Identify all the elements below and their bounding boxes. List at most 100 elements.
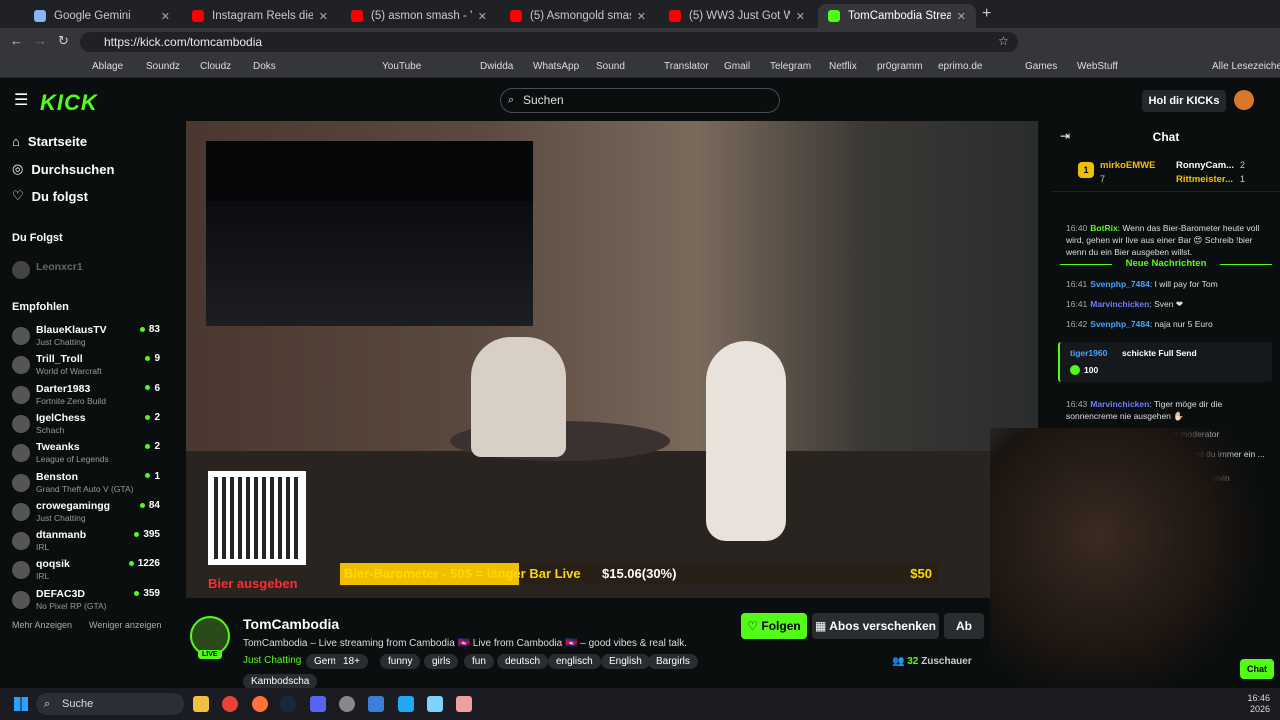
nav-browse[interactable]: ◎ Durchsuchen <box>12 161 114 177</box>
chat-message[interactable]: 16:40 BotRix: Wenn das Bier-Barometer heu… <box>1066 222 1274 258</box>
recommended-channel[interactable]: DEFAC3D No Pixel RP (GTA) 359 <box>12 588 160 617</box>
bookmark-item[interactable]: Sound <box>596 61 625 72</box>
back-icon[interactable]: ← <box>10 33 23 48</box>
close-icon[interactable]: ✕ <box>796 10 805 23</box>
tag-chip[interactable]: Bargirls <box>648 654 698 669</box>
tag-chip[interactable]: Kambodscha <box>243 674 318 689</box>
bookmark-item[interactable]: Gmail <box>724 61 750 72</box>
menu-icon[interactable]: ☰ <box>14 90 28 110</box>
bookmark-item[interactable]: eprimo.de <box>938 61 982 72</box>
message-user[interactable]: Svenphp_7484 <box>1090 319 1150 329</box>
bookmark-item[interactable]: Doks <box>253 61 276 72</box>
nav-home[interactable]: ⌂ Startseite <box>12 134 87 149</box>
tab-youtube-1[interactable]: (5) asmon smash - YouTube✕ <box>341 4 497 28</box>
close-icon[interactable]: ✕ <box>478 10 487 23</box>
avatar[interactable] <box>1234 90 1254 110</box>
recommended-channel[interactable]: Benston Grand Theft Auto V (GTA) 1 <box>12 471 160 500</box>
following-item[interactable]: Leonxcr1 <box>12 258 160 287</box>
search-input[interactable]: ⌕ Suchen <box>500 88 780 113</box>
bookmark-item[interactable]: Telegram <box>770 61 811 72</box>
recommended-channel[interactable]: Tweanks League of Legends 2 <box>12 441 160 470</box>
get-kicks-button[interactable]: Hol dir KICKs <box>1142 90 1226 112</box>
message-user[interactable]: Marvinchicken <box>1090 299 1149 309</box>
app-icon[interactable] <box>368 696 384 712</box>
close-icon[interactable]: ✕ <box>319 10 328 23</box>
beer-barometer: Bier-Barometer - 50$ = länger Bar Live $… <box>340 563 938 585</box>
bookmark-item[interactable]: WhatsApp <box>533 61 579 72</box>
tag-chip[interactable]: englisch <box>548 654 601 669</box>
show-more-link[interactable]: Mehr Anzeigen <box>12 620 72 630</box>
chrome-icon[interactable] <box>222 696 238 712</box>
file-explorer-icon[interactable] <box>193 696 209 712</box>
tag-chip[interactable]: girls <box>424 654 459 669</box>
recommended-channel[interactable]: Darter1983 Fortnite Zero Build 6 <box>12 383 160 412</box>
video-player[interactable]: Bier ausgeben Bier-Barometer - 50$ = län… <box>186 121 1038 598</box>
recommended-channel[interactable]: Trill_Troll World of Warcraft 9 <box>12 353 160 382</box>
users-icon: 👥 <box>892 656 908 667</box>
tag-chip[interactable]: deutsch <box>497 654 549 669</box>
app-icon[interactable] <box>339 696 355 712</box>
close-icon[interactable]: ✕ <box>161 10 170 23</box>
bookmark-item[interactable]: Soundz <box>146 61 180 72</box>
bookmark-item[interactable]: Ablage <box>92 61 123 72</box>
close-icon[interactable]: ✕ <box>637 10 646 23</box>
discord-icon[interactable] <box>310 696 326 712</box>
recommended-channel[interactable]: IgelChess Schach 2 <box>12 412 160 441</box>
recommended-channel[interactable]: crowegamingg Just Chatting 84 <box>12 500 160 529</box>
chat-message[interactable]: 16:41 Marvinchicken: Sven ❤ <box>1066 298 1274 310</box>
tag-chip[interactable]: English <box>601 654 650 669</box>
forward-icon[interactable]: → <box>34 33 47 48</box>
bookmarks-bar: Ablage Soundz Cloudz Doks YouTube Dwidda… <box>0 56 1280 78</box>
tab-gemini[interactable]: Google Gemini ✕ <box>24 4 180 28</box>
chat-message[interactable]: 16:42 Svenphp_7484: naja nur 5 Euro <box>1066 318 1274 330</box>
home-icon: ⌂ <box>12 134 20 149</box>
kick-logo[interactable]: KICK <box>40 90 98 116</box>
tab-youtube-2[interactable]: (5) Asmongold smashes his 4H✕ <box>500 4 656 28</box>
subscribe-button[interactable]: Ab <box>944 613 984 639</box>
new-tab-button[interactable]: + <box>982 5 991 23</box>
reload-icon[interactable]: ↻ <box>58 33 69 49</box>
tag-chip[interactable]: 18+ <box>335 654 368 669</box>
taskbar-search[interactable]: ⌕ Suche <box>36 693 184 715</box>
follow-button[interactable]: ♡ Folgen <box>741 613 807 639</box>
steam-icon[interactable] <box>280 696 296 712</box>
bookmark-item[interactable]: WebStuff <box>1077 61 1118 72</box>
tab-youtube-3[interactable]: (5) WW3 Just Got Way Worse...✕ <box>659 4 815 28</box>
nav-following[interactable]: ♡ Du folgst <box>12 188 88 204</box>
recommended-channel[interactable]: BlaueKlausTV Just Chatting 83 <box>12 324 160 353</box>
tag-chip[interactable]: funny <box>380 654 421 669</box>
show-less-link[interactable]: Weniger anzeigen <box>89 620 161 630</box>
chat-message[interactable]: 16:41 Svenphp_7484: I will pay for Tom <box>1066 278 1274 290</box>
bookmark-star-icon[interactable]: ☆ <box>998 34 1009 48</box>
tag-chip[interactable]: fun <box>464 654 494 669</box>
recommended-channel[interactable]: qoqsik IRL 1226 <box>12 558 160 587</box>
bookmark-item[interactable]: Cloudz <box>200 61 231 72</box>
heart-icon: ♡ <box>12 188 24 203</box>
firefox-icon[interactable] <box>252 696 268 712</box>
windows-start-icon[interactable] <box>14 697 28 711</box>
paint-icon[interactable] <box>456 696 472 712</box>
bookmark-item[interactable]: Dwidda <box>480 61 513 72</box>
chat-message[interactable]: 16:43 Marvinchicken: Tiger möge dir die s… <box>1066 398 1274 422</box>
close-icon[interactable]: ✕ <box>957 10 966 23</box>
bookmark-item[interactable]: Alle Lesezeichen <box>1212 61 1280 72</box>
url-field[interactable]: https://kick.com/tomcambodia <box>80 32 1018 52</box>
tab-kick[interactable]: TomCambodia Stream - Wa✕ <box>818 4 976 28</box>
kick-page: ☰ KICK ⌕ Suchen Hol dir KICKs ⌂ Startseit… <box>0 78 1280 698</box>
bookmark-item[interactable]: pr0gramm <box>877 61 923 72</box>
message-user[interactable]: Marvinchicken <box>1090 399 1149 409</box>
gift-subs-button[interactable]: ▦ Abos verschenken <box>812 613 939 639</box>
tab-instagram[interactable]: Instagram Reels die den 3. Welt✕ <box>182 4 338 28</box>
category-link[interactable]: Just Chatting <box>243 655 301 666</box>
recommended-channel[interactable]: dtanmanb IRL 395 <box>12 529 160 558</box>
bookmark-item[interactable]: Netflix <box>829 61 857 72</box>
bookmark-item[interactable]: YouTube <box>382 61 421 72</box>
system-clock[interactable]: 16:46 2026 <box>1247 693 1270 715</box>
vscode-icon[interactable] <box>398 696 414 712</box>
message-user[interactable]: BotRix <box>1090 223 1117 233</box>
bookmark-item[interactable]: Translator <box>664 61 709 72</box>
channel-name[interactable]: TomCambodia <box>243 616 339 632</box>
message-user[interactable]: Svenphp_7484 <box>1090 279 1150 289</box>
bookmark-item[interactable]: Games <box>1025 61 1057 72</box>
notepad-icon[interactable] <box>427 696 443 712</box>
